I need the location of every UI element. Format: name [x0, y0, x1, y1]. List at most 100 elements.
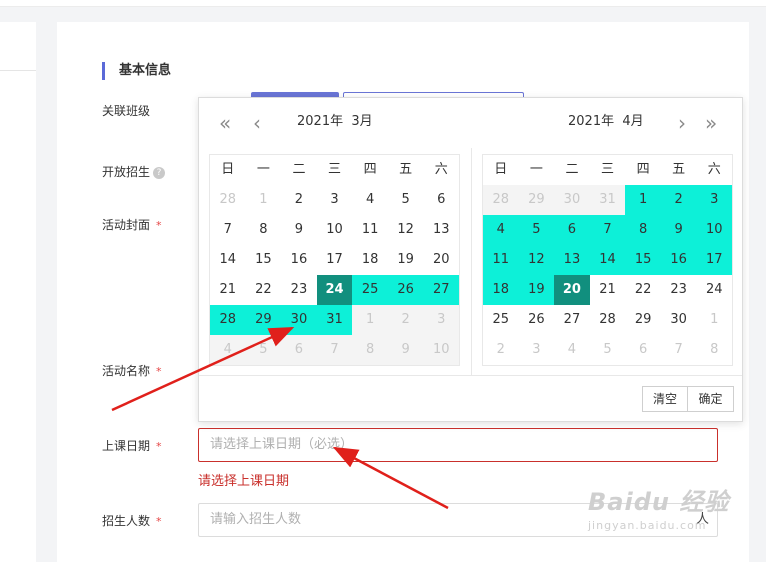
label-cover: 活动封面 * — [102, 218, 162, 232]
calendar-day[interactable]: 29 — [245, 305, 282, 335]
person-icon: 人 — [695, 512, 709, 527]
calendar-day[interactable]: 16 — [660, 245, 697, 275]
calendar-day[interactable]: 21 — [590, 275, 626, 305]
calendar-day[interactable]: 1 — [696, 305, 732, 335]
calendar-day[interactable]: 27 — [423, 275, 460, 305]
calendar-day: 7 — [316, 335, 353, 365]
calendar-day[interactable]: 1 — [625, 185, 661, 215]
calendar-day[interactable]: 2 — [281, 185, 317, 215]
calendar-day[interactable]: 19 — [518, 275, 555, 305]
calendar-day[interactable]: 7 — [661, 335, 697, 365]
next-year-icon[interactable]: » — [705, 110, 717, 136]
calendar-day[interactable]: 12 — [388, 215, 424, 245]
calendar-day[interactable]: 12 — [518, 245, 555, 275]
calendar-day[interactable]: 8 — [696, 335, 732, 365]
calendar-day[interactable]: 30 — [281, 305, 317, 335]
calendar-day[interactable]: 6 — [625, 335, 661, 365]
calendar-day[interactable]: 30 — [661, 305, 697, 335]
calendar-day[interactable]: 17 — [696, 245, 733, 275]
calendar-day[interactable]: 11 — [483, 245, 519, 275]
calendar-week: 25 26 27 28 29 30 1 — [483, 305, 732, 335]
calendar-day[interactable]: 16 — [281, 245, 317, 275]
calendar-day[interactable]: 27 — [554, 305, 590, 335]
calendar-day[interactable]: 10 — [696, 215, 733, 245]
calendar-day[interactable]: 4 — [352, 185, 388, 215]
calendar-day[interactable]: 8 — [625, 215, 661, 245]
date-error-message: 请选择上课日期 — [198, 474, 290, 489]
calendar-day[interactable]: 3 — [317, 185, 353, 215]
calendar-day[interactable]: 4 — [483, 215, 519, 245]
calendar-day: 1 — [352, 305, 388, 335]
calendar-day[interactable]: 10 — [317, 215, 353, 245]
next-month-icon[interactable]: › — [678, 110, 686, 136]
calendar-day[interactable]: 9 — [281, 215, 317, 245]
confirm-button[interactable]: 确定 — [687, 386, 734, 412]
count-placeholder: 请输入招生人数 — [210, 512, 302, 527]
help-icon[interactable]: ? — [153, 167, 166, 179]
calendar-day[interactable]: 2 — [660, 185, 697, 215]
calendar-day[interactable]: 24 — [316, 275, 353, 305]
prev-year-icon[interactable]: « — [219, 110, 231, 136]
clear-button[interactable]: 清空 — [642, 386, 688, 412]
calendar-day[interactable]: 15 — [246, 245, 282, 275]
calendar-day: 31 — [589, 185, 626, 215]
calendar-day[interactable]: 5 — [388, 185, 424, 215]
calendar-day[interactable]: 14 — [210, 245, 246, 275]
calendar-day: 29 — [518, 185, 555, 215]
calendar-day[interactable]: 26 — [387, 275, 424, 305]
calendar-day[interactable]: 3 — [519, 335, 555, 365]
calendar-day: 2 — [387, 305, 424, 335]
calendar-day[interactable]: 20 — [554, 275, 590, 305]
calendar-day[interactable]: 1 — [246, 185, 282, 215]
calendar-day[interactable]: 22 — [625, 275, 661, 305]
calendar-day[interactable]: 23 — [661, 275, 697, 305]
left-panel-divider — [0, 70, 36, 71]
weekday-label: 三 — [328, 162, 342, 177]
calendar-day[interactable]: 6 — [554, 215, 590, 245]
calendar-day[interactable]: 17 — [317, 245, 353, 275]
calendar-day[interactable]: 5 — [518, 215, 555, 245]
calendar-day[interactable]: 28 — [210, 305, 246, 335]
calendar-day: 28 — [483, 185, 519, 215]
calendar-week: 11 12 13 14 15 16 17 — [483, 245, 733, 275]
weekday-label: 一 — [256, 162, 270, 177]
calendar-day[interactable]: 24 — [696, 275, 732, 305]
calendar-day[interactable]: 18 — [483, 275, 519, 305]
calendar-day[interactable]: 5 — [590, 335, 626, 365]
calendar-day[interactable]: 31 — [316, 305, 353, 335]
calendar-day[interactable]: 3 — [696, 185, 733, 215]
calendar-day[interactable]: 11 — [352, 215, 388, 245]
calendar-day[interactable]: 28 — [210, 185, 246, 215]
count-input[interactable]: 请输入招生人数 人 — [198, 503, 718, 537]
calendar-day[interactable]: 20 — [423, 245, 459, 275]
calendar-day[interactable]: 6 — [423, 185, 459, 215]
weekday-label: 三 — [601, 162, 615, 177]
calendar-day[interactable]: 9 — [660, 215, 697, 245]
calendar-day[interactable]: 4 — [554, 335, 590, 365]
calendar-day[interactable]: 13 — [554, 245, 590, 275]
prev-month-icon[interactable]: ‹ — [253, 110, 261, 136]
calendar-day[interactable]: 23 — [281, 275, 317, 305]
calendar-day[interactable]: 7 — [210, 215, 246, 245]
calendar-week: 28 1 2 3 4 5 6 — [210, 185, 459, 215]
calendar-day[interactable]: 25 — [352, 275, 388, 305]
calendar-week: 28 29 30 31 1 2 3 — [483, 185, 733, 215]
calendar-day[interactable]: 28 — [590, 305, 626, 335]
calendar-day[interactable]: 19 — [388, 245, 424, 275]
date-input[interactable]: 请选择上课日期（必选） — [198, 428, 718, 462]
calendar-day[interactable]: 2 — [483, 335, 519, 365]
required-mark: * — [156, 219, 162, 232]
date-range-picker: « ‹ 2021年 3月 2021年 4月 › » 日一二三四五六 28 1 2 3 4 5… — [198, 97, 743, 422]
calendar-day[interactable]: 14 — [589, 245, 626, 275]
calendar-day[interactable]: 22 — [246, 275, 282, 305]
calendar-day[interactable]: 8 — [246, 215, 282, 245]
calendar-day: 9 — [387, 335, 424, 365]
calendar-day[interactable]: 15 — [625, 245, 661, 275]
calendar-day[interactable]: 29 — [625, 305, 661, 335]
calendar-day[interactable]: 13 — [423, 215, 459, 245]
calendar-day[interactable]: 7 — [589, 215, 626, 245]
calendar-day[interactable]: 26 — [519, 305, 555, 335]
calendar-day[interactable]: 18 — [352, 245, 388, 275]
calendar-day[interactable]: 21 — [210, 275, 246, 305]
calendar-day[interactable]: 25 — [483, 305, 519, 335]
